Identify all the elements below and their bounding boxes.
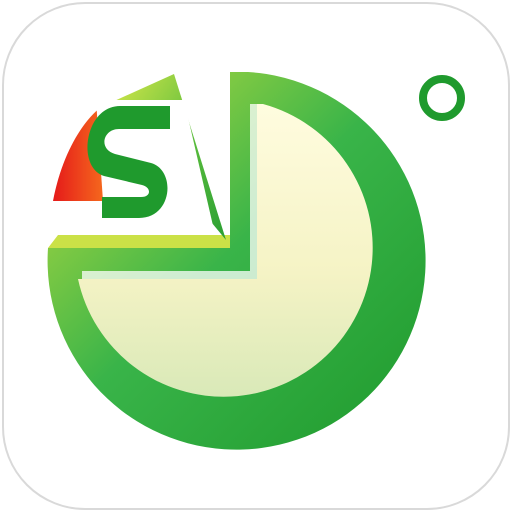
app-icon bbox=[2, 2, 510, 510]
app-icon-canvas bbox=[0, 0, 512, 512]
